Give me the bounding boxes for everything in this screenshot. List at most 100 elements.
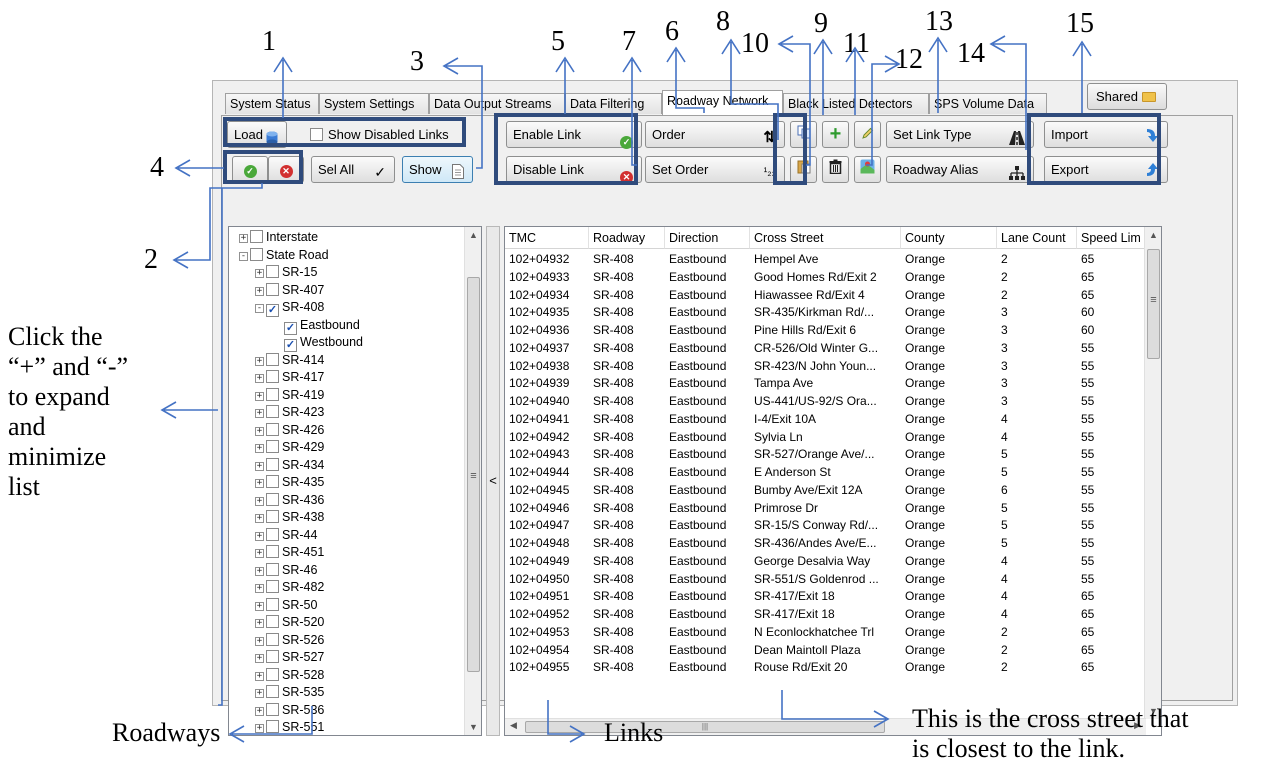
table-row[interactable]: 102+04953 SR-408 Eastbound N Econlockhatche… <box>505 624 1146 641</box>
delete-link-button[interactable] <box>822 156 849 183</box>
table-row[interactable]: 102+04939 SR-408 Eastbound Tampa Ave Orange 3… <box>505 375 1146 392</box>
add-link-button[interactable]: + <box>822 121 849 148</box>
tree-item-checkbox[interactable] <box>266 352 279 366</box>
tab-data-output-streams[interactable]: Data Output Streams <box>429 93 565 114</box>
tree-scrollbar[interactable]: ▲ ≡ ▼ <box>464 227 481 735</box>
tree-item-checkbox[interactable] <box>266 422 279 436</box>
tree-item-checkbox[interactable] <box>266 527 279 541</box>
tree-item[interactable]: + SR-451 <box>255 544 324 561</box>
tree-item[interactable]: + SR-426 <box>255 422 324 439</box>
table-row[interactable]: 102+04936 SR-408 Eastbound Pine Hills Rd/Ex… <box>505 322 1146 339</box>
expand-plus-icon[interactable]: + <box>255 706 264 716</box>
expand-plus-icon[interactable]: + <box>255 636 264 646</box>
collapse-minus-icon[interactable]: - <box>255 304 264 313</box>
tree-item[interactable]: + SR-50 <box>255 597 317 614</box>
table-row[interactable]: 102+04946 SR-408 Eastbound Primrose Dr Orang… <box>505 500 1146 517</box>
table-row[interactable]: 102+04937 SR-408 Eastbound CR-526/Old Winte… <box>505 340 1146 357</box>
expand-plus-icon[interactable]: + <box>255 479 264 488</box>
sel-all-button[interactable]: Sel All ✓ <box>311 156 395 183</box>
tree-item-checkbox[interactable] <box>266 597 279 611</box>
copy-button[interactable] <box>790 121 817 148</box>
check-all-button[interactable]: ✓ <box>232 156 268 183</box>
export-button[interactable]: Export <box>1044 156 1168 183</box>
tree-item[interactable]: ✓ Westbound <box>271 334 363 352</box>
tree-item[interactable]: + SR-527 <box>255 649 324 666</box>
table-row[interactable]: 102+04955 SR-408 Eastbound Rouse Rd/Exit 20… <box>505 659 1146 676</box>
tree-item-checkbox[interactable] <box>266 282 279 296</box>
hscroll-thumb[interactable]: ||| <box>525 721 885 733</box>
map-link-button[interactable] <box>854 156 881 183</box>
expand-plus-icon[interactable]: + <box>255 356 264 366</box>
expand-plus-icon[interactable]: + <box>255 426 264 436</box>
tree-item[interactable]: + SR-429 <box>255 439 324 456</box>
expand-plus-icon[interactable]: + <box>255 584 264 593</box>
tree-item-checkbox[interactable] <box>266 457 279 471</box>
tree-item-checkbox[interactable] <box>250 247 263 261</box>
collapse-panel-button[interactable]: < <box>486 226 500 736</box>
table-row[interactable]: 102+04941 SR-408 Eastbound I-4/Exit 10A Oran… <box>505 411 1146 428</box>
expand-plus-icon[interactable]: + <box>255 269 264 278</box>
expand-plus-icon[interactable]: + <box>255 531 264 541</box>
table-row[interactable]: 102+04948 SR-408 Eastbound SR-436/Andes Ave… <box>505 535 1146 552</box>
expand-plus-icon[interactable]: + <box>239 234 248 243</box>
table-row[interactable]: 102+04949 SR-408 Eastbound George Desalvia … <box>505 553 1146 570</box>
roadway-alias-button[interactable]: Roadway Alias <box>886 156 1034 183</box>
collapse-minus-icon[interactable]: - <box>239 251 248 261</box>
column-header[interactable]: Lane Count <box>997 227 1077 249</box>
tree-item-checkbox[interactable] <box>266 387 279 401</box>
expand-plus-icon[interactable]: + <box>255 461 264 471</box>
tree-item[interactable]: + SR-536 <box>255 702 324 719</box>
tree-item[interactable]: ✓ Eastbound <box>271 317 360 335</box>
tree-item[interactable]: + SR-419 <box>255 387 324 404</box>
table-vscroll[interactable]: ▲ ≡ ▼ <box>1144 227 1161 719</box>
table-scroll-up-icon[interactable]: ▲ <box>1145 230 1161 240</box>
tree-item[interactable]: + SR-44 <box>255 527 317 544</box>
tree-item-checkbox[interactable] <box>266 667 279 681</box>
tree-item-checkbox[interactable] <box>266 510 279 523</box>
paste-button[interactable] <box>790 156 817 183</box>
tree-item[interactable]: + SR-46 <box>255 562 317 579</box>
hscroll-left-icon[interactable]: ◀ <box>510 720 517 731</box>
tree-item-checkbox[interactable] <box>266 702 279 716</box>
tab-sps-volume-data[interactable]: SPS Volume Data <box>929 93 1047 114</box>
expand-plus-icon[interactable]: + <box>255 671 264 681</box>
enable-link-button[interactable]: Enable Link ✓ <box>506 121 642 149</box>
tree-item[interactable]: + SR-436 <box>255 492 324 509</box>
tab-black-listed-detectors[interactable]: Black Listed Detectors <box>783 93 929 114</box>
load-button[interactable]: Load <box>227 121 287 148</box>
tree-item-checkbox[interactable] <box>266 492 279 506</box>
tree-item[interactable]: + SR-417 <box>255 369 324 386</box>
expand-plus-icon[interactable]: + <box>255 619 264 628</box>
edit-link-button[interactable] <box>854 121 881 148</box>
tree-item-checkbox[interactable]: ✓ <box>266 304 279 317</box>
table-row[interactable]: 102+04945 SR-408 Eastbound Bumby Ave/Exit 1… <box>505 482 1146 499</box>
tree-item[interactable]: + SR-528 <box>255 667 324 684</box>
import-button[interactable]: Import <box>1044 121 1168 148</box>
column-header[interactable]: TMC <box>505 227 589 249</box>
tab-data-filtering[interactable]: Data Filtering <box>565 93 662 114</box>
tree-item[interactable]: + SR-423 <box>255 404 324 421</box>
tree-item-checkbox[interactable] <box>266 615 279 628</box>
tree-item[interactable]: + SR-407 <box>255 282 324 299</box>
order-button[interactable]: Order ⇅ <box>645 121 785 148</box>
tree-item-checkbox[interactable] <box>266 632 279 646</box>
table-row[interactable]: 102+04954 SR-408 Eastbound Dean Maintoll Pl… <box>505 642 1146 659</box>
expand-plus-icon[interactable]: + <box>255 601 264 611</box>
expand-plus-icon[interactable]: + <box>255 391 264 401</box>
tab-system-status[interactable]: System Status <box>225 93 319 114</box>
table-row[interactable]: 102+04934 SR-408 Eastbound Hiawassee Rd/Exi… <box>505 287 1146 304</box>
table-row[interactable]: 102+04943 SR-408 Eastbound SR-527/Orange Av… <box>505 446 1146 463</box>
table-row[interactable]: 102+04942 SR-408 Eastbound Sylvia Ln Orange 4… <box>505 429 1146 446</box>
tree-item-checkbox[interactable]: ✓ <box>284 321 297 335</box>
tree-item[interactable]: + Interstate <box>239 229 318 246</box>
shared-button[interactable]: Shared <box>1087 83 1167 110</box>
expand-plus-icon[interactable]: + <box>255 566 264 576</box>
tree-item[interactable]: - State Road <box>239 247 329 264</box>
tree-item[interactable]: + SR-526 <box>255 632 324 649</box>
tree-item-checkbox[interactable] <box>266 370 279 383</box>
tree-item-checkbox[interactable]: ✓ <box>284 339 297 352</box>
expand-plus-icon[interactable]: + <box>255 409 264 418</box>
tree-item-checkbox[interactable] <box>266 475 279 488</box>
expand-plus-icon[interactable]: + <box>255 689 264 698</box>
expand-plus-icon[interactable]: + <box>255 374 264 383</box>
